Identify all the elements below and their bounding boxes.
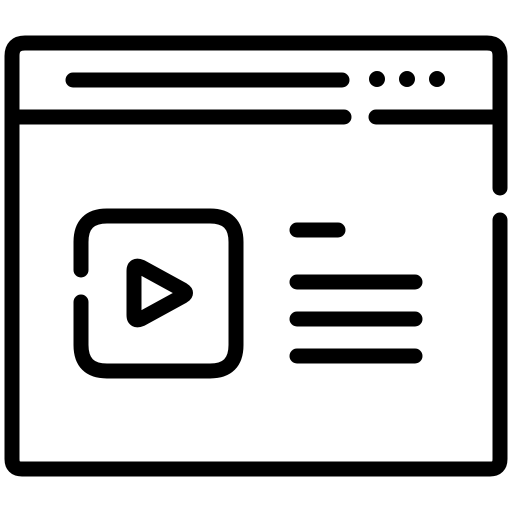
menu-dot-1 xyxy=(369,71,385,87)
play-icon xyxy=(126,258,193,328)
video-thumbnail-frame xyxy=(73,208,244,379)
icon-canvas xyxy=(0,0,512,512)
menu-dot-2 xyxy=(399,71,415,87)
browser-video-player-icon xyxy=(4,35,508,477)
menu-dot-3 xyxy=(429,71,445,87)
